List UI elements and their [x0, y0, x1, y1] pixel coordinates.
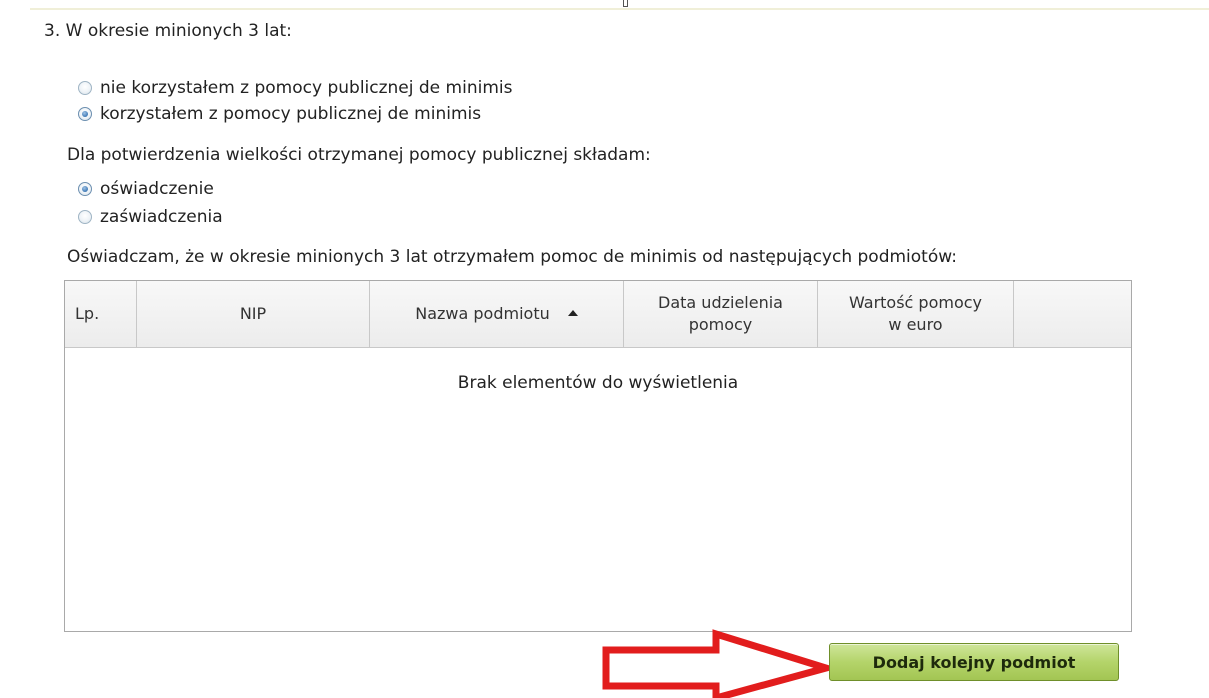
radio-button[interactable] — [78, 210, 92, 224]
column-header-nazwa[interactable]: Nazwa podmiotu — [370, 281, 624, 347]
aid-entities-grid: Lp. NIP Nazwa podmiotu Data udzielenia p… — [64, 280, 1132, 632]
stray-glyph — [623, 0, 628, 7]
radio-label: zaświadczenia — [100, 207, 223, 227]
column-header-label: NIP — [239, 304, 267, 323]
radio-label: korzystałem z pomocy publicznej de minim… — [100, 104, 482, 124]
column-header-data[interactable]: Data udzielenia pomocy — [624, 281, 818, 347]
radio-option-used-aid[interactable]: korzystałem z pomocy publicznej de minim… — [78, 104, 481, 124]
sort-ascending-icon — [567, 310, 578, 316]
declaration-text: Oświadczam, że w okresie minionych 3 lat… — [67, 247, 957, 267]
add-entity-button[interactable]: Dodaj kolejny podmiot — [829, 643, 1119, 681]
radio-button-selected[interactable] — [78, 182, 92, 196]
radio-option-not-used-aid[interactable]: nie korzystałem z pomocy publicznej de m… — [78, 78, 512, 98]
radio-option-certificates[interactable]: zaświadczenia — [78, 207, 223, 227]
grid-header: Lp. NIP Nazwa podmiotu Data udzielenia p… — [65, 281, 1131, 348]
radio-label: nie korzystałem z pomocy publicznej de m… — [100, 78, 513, 98]
column-header-label: Lp. — [75, 304, 100, 323]
radio-button-selected[interactable] — [78, 107, 92, 121]
column-header-nip[interactable]: NIP — [137, 281, 370, 347]
column-header-actions — [1014, 281, 1131, 347]
radio-button[interactable] — [78, 81, 92, 95]
column-header-label-line1: Data udzielenia — [658, 293, 783, 312]
confirmation-prompt: Dla potwierdzenia wielkości otrzymanej p… — [67, 145, 651, 165]
radio-option-declaration[interactable]: oświadczenie — [78, 179, 214, 199]
red-arrow-annotation — [602, 629, 839, 698]
column-header-label: Nazwa podmiotu — [415, 304, 550, 323]
column-header-lp[interactable]: Lp. — [65, 281, 137, 347]
section-heading: 3. W okresie minionych 3 lat: — [44, 21, 292, 41]
column-header-wartosc[interactable]: Wartość pomocy w euro — [818, 281, 1014, 347]
column-header-label-line1: Wartość pomocy — [848, 293, 983, 312]
column-header-label-line2: pomocy — [688, 315, 753, 334]
grid-empty-message: Brak elementów do wyświetlenia — [457, 373, 739, 393]
column-header-label-line2: w euro — [888, 315, 943, 334]
top-divider — [30, 8, 1209, 10]
radio-label: oświadczenie — [100, 179, 214, 199]
